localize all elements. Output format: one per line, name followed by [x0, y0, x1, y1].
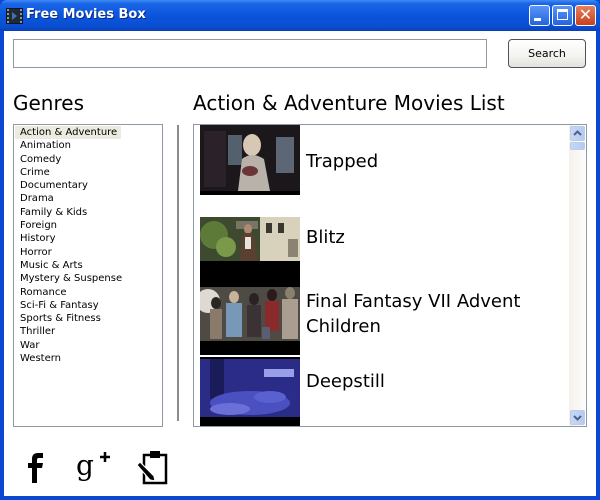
clipboard-edit-icon: [136, 451, 168, 485]
minimize-icon: [534, 18, 541, 21]
movie-thumbnail: [200, 357, 300, 426]
movie-item[interactable]: Deepstill: [200, 357, 570, 426]
movie-thumbnail: [200, 217, 300, 287]
google-plus-button[interactable]: g: [74, 449, 114, 485]
group-characters-thumbnail: [200, 285, 300, 355]
genre-item[interactable]: Animation: [15, 139, 121, 152]
movies-list-heading: Action & Adventure Movies List: [193, 91, 505, 115]
genres-heading: Genres: [13, 91, 84, 115]
genre-item[interactable]: Thriller: [15, 325, 121, 338]
genre-item[interactable]: History: [15, 232, 121, 245]
genre-item[interactable]: Horror: [15, 246, 121, 259]
scroll-down-button[interactable]: [570, 410, 585, 425]
genre-item[interactable]: Comedy: [15, 153, 121, 166]
movie-thumbnail: [200, 285, 300, 355]
movie-title: Final Fantasy VII Advent Children: [306, 291, 521, 337]
genre-item[interactable]: Music & Arts: [15, 259, 121, 272]
movie-thumbnail: [200, 125, 300, 195]
maximize-icon: [557, 9, 568, 20]
street-scene-thumbnail: [200, 217, 300, 287]
movie-title: Deepstill: [306, 371, 385, 392]
google-plus-icon: g: [76, 449, 110, 482]
movie-title: Blitz: [306, 227, 345, 248]
movie-title: Trapped: [306, 151, 379, 172]
blue-forest-thumbnail: [200, 357, 300, 426]
facebook-button[interactable]: [18, 449, 54, 485]
movies-list[interactable]: Trapped Blitz Final Fantasy VII Advent C…: [193, 124, 587, 427]
genre-item[interactable]: Sci-Fi & Fantasy: [15, 299, 121, 312]
genre-item[interactable]: War: [15, 339, 121, 352]
genre-item[interactable]: Sports & Fitness: [15, 312, 121, 325]
chevron-up-icon: [573, 130, 582, 136]
scroll-thumb[interactable]: [570, 142, 585, 150]
window-title: Free Movies Box: [26, 7, 146, 22]
dark-scene-woman-thumbnail: [200, 125, 300, 195]
scroll-up-button[interactable]: [570, 126, 585, 141]
genre-item[interactable]: Foreign: [15, 219, 121, 232]
minimize-button[interactable]: [529, 5, 550, 26]
genre-item[interactable]: Action & Adventure: [15, 126, 121, 140]
movie-item[interactable]: Final Fantasy VII Advent Children: [200, 285, 570, 355]
genre-item[interactable]: Mystery & Suspense: [15, 272, 122, 285]
maximize-button[interactable]: [552, 5, 573, 26]
close-button[interactable]: ✕: [575, 5, 596, 26]
genre-item[interactable]: Drama: [15, 192, 121, 205]
genre-item[interactable]: Western: [15, 352, 121, 365]
chevron-down-icon: [573, 415, 582, 421]
splitter[interactable]: [177, 125, 179, 421]
search-button[interactable]: Search: [508, 39, 586, 68]
facebook-icon: [28, 453, 43, 483]
movie-item[interactable]: Blitz: [200, 217, 570, 287]
search-input[interactable]: [13, 39, 487, 68]
close-icon: ✕: [578, 5, 593, 24]
genre-item[interactable]: Family & Kids: [15, 206, 121, 219]
feedback-button[interactable]: [134, 449, 170, 485]
movies-scrollbar[interactable]: [569, 125, 586, 426]
film-strip-icon: [6, 8, 23, 24]
client-area: Search Genres Action & Adventure Movies …: [4, 31, 596, 496]
app-window: Free Movies Box ✕ Search Genres Action &…: [0, 0, 600, 500]
movie-item[interactable]: Trapped: [200, 125, 570, 195]
svg-text:g: g: [76, 449, 94, 482]
title-bar[interactable]: Free Movies Box ✕: [0, 0, 600, 31]
genre-item[interactable]: Documentary: [15, 179, 121, 192]
genre-item[interactable]: Crime: [15, 166, 121, 179]
genres-list[interactable]: Action & Adventure Animation Comedy Crime Do…: [13, 124, 163, 427]
genre-item[interactable]: Romance: [15, 286, 121, 299]
